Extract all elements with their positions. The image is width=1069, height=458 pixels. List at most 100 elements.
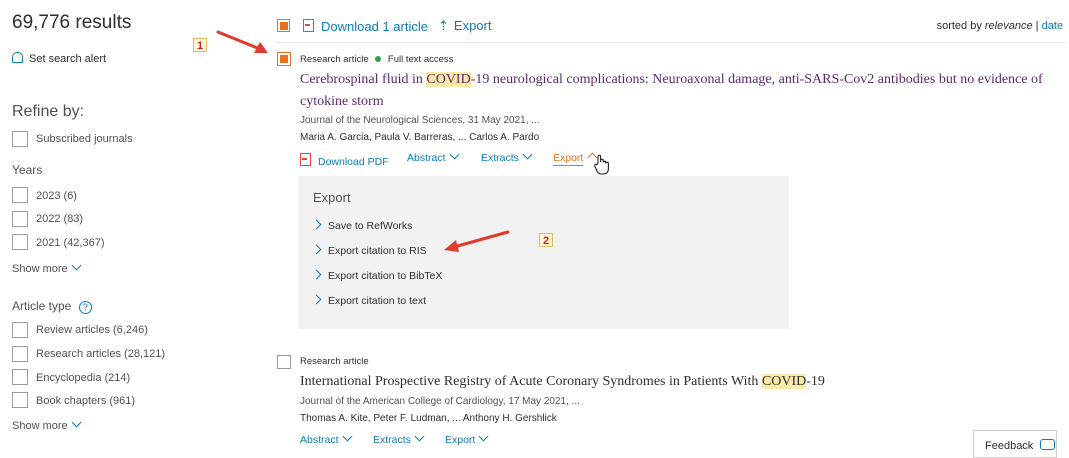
speech-bubble-icon bbox=[1040, 439, 1056, 450]
option-label: Save to RefWorks bbox=[328, 220, 413, 232]
export-text-option[interactable]: Export citation to text bbox=[311, 294, 427, 307]
article-type-heading: Article type ? bbox=[12, 299, 92, 314]
title-highlight: COVID bbox=[426, 72, 471, 87]
years-heading: Years bbox=[12, 163, 43, 177]
encyclopedia-label: Encyclopedia (214) bbox=[36, 372, 131, 384]
export-label: Export bbox=[445, 434, 476, 446]
result-2-export-toggle[interactable]: Export bbox=[445, 431, 489, 446]
save-to-refworks-option[interactable]: Save to RefWorks bbox=[311, 219, 413, 232]
access-label: Full text access bbox=[387, 54, 454, 65]
show-more-label: Show more bbox=[12, 420, 68, 432]
chevron-down-icon bbox=[71, 260, 82, 271]
result-2-authors: Thomas A. Kite, Peter F. Ludman, ... Ant… bbox=[300, 413, 557, 424]
review-articles-label: Review articles (6,246) bbox=[36, 324, 148, 336]
book-chapters-checkbox[interactable] bbox=[12, 392, 28, 408]
show-more-types-link[interactable]: Show more bbox=[12, 417, 82, 432]
download-articles-button[interactable]: Download 1 article bbox=[303, 18, 428, 34]
sort-date-link[interactable]: date bbox=[1042, 20, 1063, 32]
results-count: 69,776 results bbox=[12, 12, 132, 33]
year-2021-checkbox[interactable] bbox=[12, 234, 28, 250]
chevron-right-icon bbox=[311, 269, 322, 280]
result-2-abstract-toggle[interactable]: Abstract bbox=[300, 431, 352, 446]
access-dot-icon bbox=[375, 56, 382, 62]
extracts-toggle[interactable]: Extracts bbox=[481, 149, 533, 164]
chevron-right-icon bbox=[311, 244, 322, 255]
marker-label: 1 bbox=[196, 40, 204, 52]
abstract-label: Abstract bbox=[407, 152, 446, 164]
result-1-title-link[interactable]: Cerebrospinal fluid in COVID-19 neurolog… bbox=[300, 69, 1060, 113]
research-articles-checkbox[interactable] bbox=[12, 346, 28, 362]
chevron-right-icon bbox=[311, 294, 322, 305]
export-ris-option[interactable]: Export citation to RIS bbox=[311, 244, 427, 257]
title-highlight: COVID bbox=[761, 374, 807, 389]
export-label: Export bbox=[553, 152, 584, 166]
extracts-label: Extracts bbox=[373, 434, 411, 446]
show-more-years-link[interactable]: Show more bbox=[12, 260, 82, 275]
result-1-checkbox[interactable] bbox=[277, 52, 291, 66]
sort-separator: | bbox=[1035, 20, 1039, 32]
pdf-icon bbox=[303, 19, 314, 32]
extracts-label: Extracts bbox=[481, 152, 519, 164]
select-all-checkbox[interactable] bbox=[277, 19, 290, 32]
download-label: Download 1 article bbox=[321, 19, 428, 34]
export-bibtex-option[interactable]: Export citation to BibTeX bbox=[311, 269, 442, 282]
year-2023-checkbox[interactable] bbox=[12, 187, 28, 203]
export-panel: Export Save to RefWorks Export citation … bbox=[298, 176, 789, 329]
show-more-label: Show more bbox=[12, 263, 68, 275]
year-2022-label: 2022 (83) bbox=[36, 213, 84, 225]
annotation-arrow-1 bbox=[212, 28, 272, 63]
help-icon[interactable]: ? bbox=[78, 301, 92, 314]
title-part: cytokine storm bbox=[300, 94, 384, 109]
pdf-icon bbox=[300, 153, 311, 166]
title-part: -19 bbox=[806, 374, 825, 389]
feedback-button[interactable]: Feedback bbox=[973, 430, 1057, 458]
annotation-arrow-2 bbox=[440, 228, 512, 259]
toolbar-divider bbox=[276, 42, 1065, 43]
option-label: Export citation to RIS bbox=[328, 245, 427, 257]
export-toggle[interactable]: Export bbox=[553, 152, 598, 166]
year-2022-checkbox[interactable] bbox=[12, 211, 28, 227]
result-1-meta: Research article Full text access bbox=[300, 54, 453, 65]
upload-icon: ⇡ bbox=[438, 18, 449, 33]
title-part: Cerebrospinal fluid in bbox=[300, 72, 427, 87]
result-2-title-link[interactable]: International Prospective Registry of Ac… bbox=[300, 372, 825, 392]
download-pdf-label: Download PDF bbox=[318, 156, 389, 168]
chevron-down-icon bbox=[522, 149, 533, 160]
export-panel-heading: Export bbox=[313, 190, 351, 205]
article-type-badge: Research article bbox=[300, 54, 369, 65]
result-2-extracts-toggle[interactable]: Extracts bbox=[373, 431, 425, 446]
chevron-down-icon bbox=[414, 431, 425, 442]
book-chapters-label: Book chapters (961) bbox=[36, 395, 136, 407]
set-search-alert-link[interactable]: Set search alert bbox=[12, 51, 106, 65]
result-1-journal: Journal of the Neurological Sciences, 31… bbox=[300, 115, 540, 126]
result-1-authors: Maria A. Garcia, Paula V. Barreras, ... … bbox=[300, 132, 540, 143]
research-articles-label: Research articles (28,121) bbox=[36, 348, 166, 360]
bell-icon bbox=[12, 52, 23, 63]
export-label: Export bbox=[453, 18, 492, 33]
result-2-journal: Journal of the American College of Cardi… bbox=[300, 396, 580, 407]
feedback-label: Feedback bbox=[985, 440, 1034, 452]
abstract-label: Abstract bbox=[300, 434, 339, 446]
result-2-checkbox[interactable] bbox=[277, 355, 291, 369]
article-type-label: Article type bbox=[12, 299, 72, 313]
result-2-type: Research article bbox=[300, 356, 369, 367]
title-part: International Prospective Registry of Ac… bbox=[300, 374, 762, 389]
export-toolbar-button[interactable]: ⇡ Export bbox=[438, 18, 491, 34]
chevron-down-icon bbox=[71, 417, 82, 428]
chevron-down-icon bbox=[449, 149, 459, 160]
subscribed-journals-checkbox[interactable] bbox=[12, 131, 28, 147]
chevron-down-icon bbox=[478, 431, 489, 442]
option-label: Export citation to text bbox=[328, 295, 427, 307]
encyclopedia-checkbox[interactable] bbox=[12, 369, 28, 385]
annotation-marker-2: 2 bbox=[539, 233, 553, 247]
sorted-by-label: sorted by bbox=[936, 20, 982, 32]
download-pdf-link[interactable]: Download PDF bbox=[300, 152, 389, 168]
refine-by-heading: Refine by: bbox=[12, 103, 85, 120]
chevron-right-icon bbox=[311, 219, 322, 230]
abstract-toggle[interactable]: Abstract bbox=[407, 149, 459, 164]
sort-relevance[interactable]: relevance bbox=[985, 20, 1033, 32]
review-articles-checkbox[interactable] bbox=[12, 322, 28, 338]
sort-control: sorted by relevance | date bbox=[937, 20, 1063, 32]
annotation-marker-1: 1 bbox=[193, 38, 207, 52]
set-search-alert-label: Set search alert bbox=[29, 53, 107, 65]
